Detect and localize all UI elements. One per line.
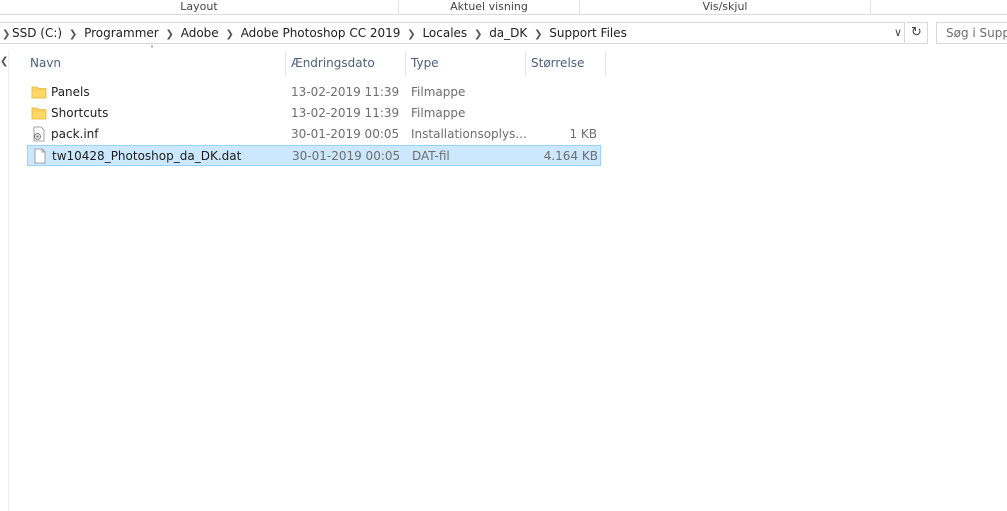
chevron-right-icon[interactable]: ❯: [159, 25, 181, 45]
file-name: Panels: [51, 85, 90, 99]
chevron-right-icon[interactable]: ❯: [0, 25, 12, 45]
chevron-down-icon[interactable]: ∨: [890, 23, 906, 43]
breadcrumb-item-support-files[interactable]: Support Files: [549, 23, 627, 43]
ribbon-group-captions: Layout Aktuel visning Vis/skjul: [0, 0, 1007, 15]
file-row-selected[interactable]: tw10428_Photoshop_da_DK.dat 30-01-2019 0…: [27, 145, 601, 166]
file-icon: [34, 148, 46, 164]
chevron-right-icon[interactable]: ❯: [527, 25, 549, 45]
chevron-right-icon[interactable]: ❯: [219, 25, 241, 45]
file-row[interactable]: pack.inf 30-01-2019 00:05 Installationso…: [27, 124, 601, 145]
breadcrumb-item-ssd[interactable]: SSD (C:): [12, 23, 62, 43]
file-size: [527, 103, 597, 124]
file-type: Filmappe: [411, 106, 466, 120]
breadcrumb-item-adobe[interactable]: Adobe: [181, 23, 219, 43]
file-name: Shortcuts: [51, 106, 109, 120]
column-divider[interactable]: [605, 51, 606, 76]
breadcrumb-item-programmer[interactable]: Programmer: [84, 23, 159, 43]
breadcrumb-item-locales[interactable]: Locales: [422, 23, 467, 43]
column-header-type[interactable]: Type: [405, 51, 525, 76]
navigation-pane[interactable]: ❮: [0, 50, 9, 511]
column-header-name[interactable]: Navn: [24, 51, 285, 76]
file-size: 4.164 KB: [543, 149, 598, 163]
file-type: DAT-fil: [412, 149, 450, 163]
ribbon-group-layout: Layout: [180, 0, 218, 13]
ribbon-divider: [870, 0, 871, 15]
column-header-size[interactable]: Størrelse: [525, 51, 605, 76]
ribbon-group-show-hide: Vis/skjul: [702, 0, 748, 13]
file-date: 30-01-2019 00:05: [291, 127, 400, 141]
file-name: pack.inf: [51, 127, 99, 141]
chevron-right-icon[interactable]: ❯: [62, 25, 84, 45]
folder-icon: [31, 107, 47, 120]
search-input[interactable]: Søg i Support Files: [936, 22, 1007, 44]
breadcrumb-item-da-dk[interactable]: da_DK: [489, 23, 527, 43]
refresh-icon[interactable]: ↻: [906, 22, 928, 44]
chevron-left-icon: ❮: [0, 56, 9, 67]
chevron-right-icon[interactable]: ❯: [467, 25, 489, 45]
file-row[interactable]: Shortcuts 13-02-2019 11:39 Filmappe: [27, 103, 601, 124]
chevron-right-icon[interactable]: ❯: [400, 25, 422, 45]
ribbon-group-current-view: Aktuel visning: [450, 0, 528, 13]
file-date: 30-01-2019 00:05: [292, 149, 401, 163]
settings-file-icon: [33, 126, 45, 142]
breadcrumb-item-photoshop[interactable]: Adobe Photoshop CC 2019: [241, 23, 401, 43]
address-bar[interactable]: ❯ SSD (C:) ❯ Programmer ❯ Adobe ❯ Adobe Photosh…: [0, 22, 905, 44]
file-size: 1 KB: [569, 127, 597, 141]
file-type: Installationsoplys...: [411, 127, 527, 141]
file-date: 13-02-2019 11:39: [291, 85, 400, 99]
file-date: 13-02-2019 11:39: [291, 106, 400, 120]
breadcrumb: ❯ SSD (C:) ❯ Programmer ❯ Adobe ❯ Adobe Photosh…: [0, 23, 627, 43]
folder-icon: [31, 86, 47, 99]
column-header-date[interactable]: Ændringsdato: [285, 51, 405, 76]
file-row[interactable]: Panels 13-02-2019 11:39 Filmappe: [27, 82, 601, 103]
file-size: [527, 82, 597, 103]
file-name: tw10428_Photoshop_da_DK.dat: [52, 149, 242, 163]
file-type: Filmappe: [411, 85, 466, 99]
